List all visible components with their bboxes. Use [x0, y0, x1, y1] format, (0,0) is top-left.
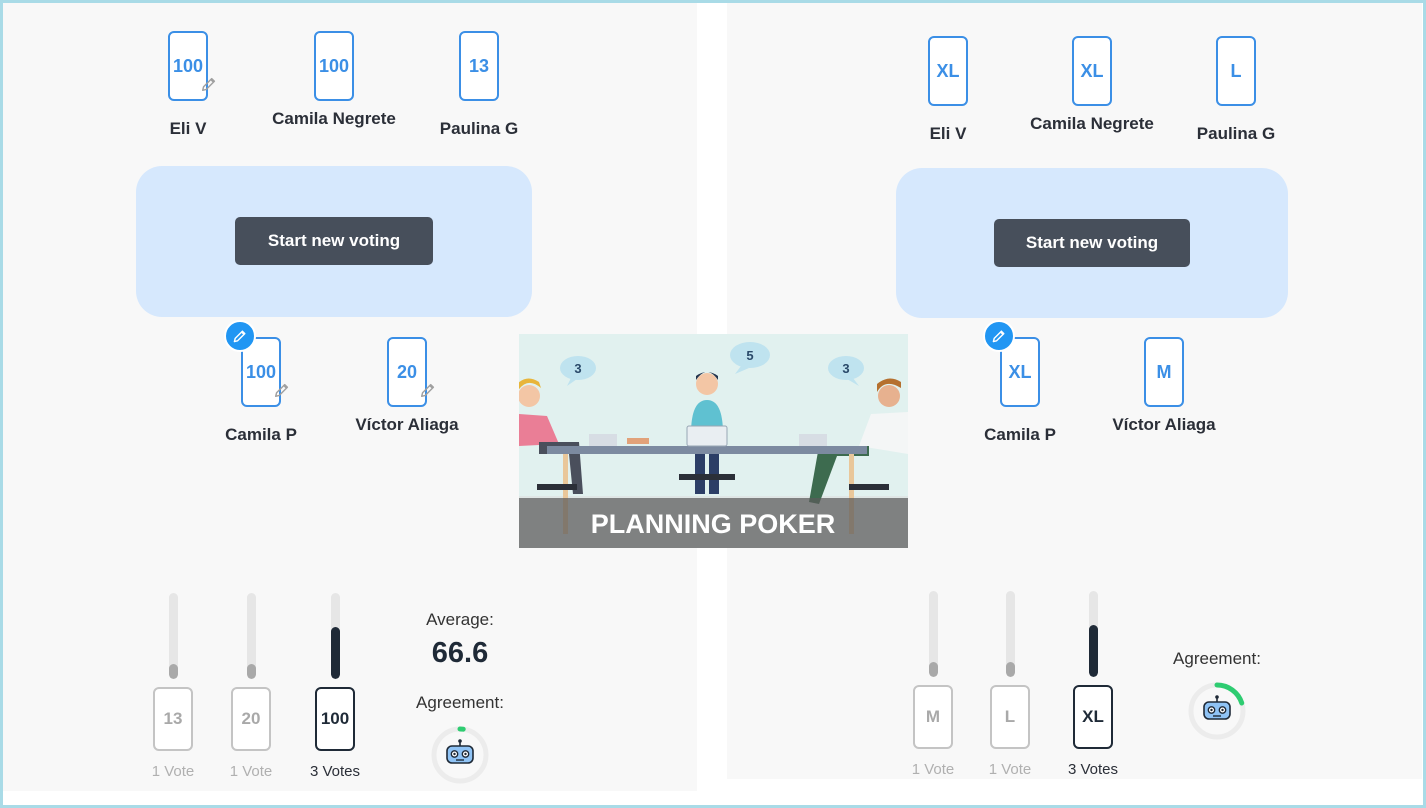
- vote-bar: [1005, 591, 1015, 677]
- start-new-voting-button[interactable]: Start new voting: [994, 219, 1190, 267]
- player-name: Paulina G: [1196, 124, 1276, 143]
- player-name: Víctor Aliaga: [1112, 415, 1216, 434]
- card-value: 13: [468, 55, 490, 76]
- result-card: M: [913, 685, 953, 749]
- player-eli-v: XL Eli V: [883, 36, 1013, 144]
- bubble-value: 3: [842, 361, 849, 376]
- agreement-gauge: [431, 726, 489, 784]
- card-value: 100: [318, 55, 350, 76]
- result-column: 20 1 Vote: [211, 593, 291, 780]
- player-paulina-g: L Paulina G: [1171, 36, 1301, 144]
- result-column: 13 1 Vote: [133, 593, 213, 780]
- card-value: XL: [1008, 361, 1032, 382]
- voting-table: Start new voting: [896, 168, 1288, 318]
- pencil-icon[interactable]: [419, 381, 437, 399]
- vote-bar-fill: [246, 664, 256, 679]
- pencil-icon[interactable]: [200, 75, 218, 93]
- player-camila-negrete: XL Camila Negrete: [1027, 36, 1157, 134]
- vote-bar-fill: [1005, 662, 1015, 677]
- player-eli-v: 100 Eli V: [123, 31, 253, 139]
- player-camila-negrete: 100 Camila Negrete: [269, 31, 399, 129]
- player-card: XL: [1072, 36, 1112, 106]
- vote-bar-fill: [330, 627, 340, 679]
- bubble-value: 3: [574, 361, 581, 376]
- pencil-icon: [233, 330, 246, 343]
- player-name: Eli V: [929, 124, 967, 143]
- vote-bar-fill: [168, 664, 178, 679]
- pencil-icon[interactable]: [273, 381, 291, 399]
- vote-bar: [928, 591, 938, 677]
- result-column: M 1 Vote: [893, 591, 973, 778]
- player-name: Camila Negrete: [272, 109, 396, 128]
- vote-count: 3 Votes: [1067, 761, 1119, 778]
- result-column: 100 3 Votes: [295, 593, 375, 780]
- player-card: 100: [168, 31, 216, 101]
- player-name: Camila P: [225, 425, 297, 444]
- vote-count: 1 Vote: [151, 763, 195, 780]
- player-card: 100: [314, 31, 354, 101]
- card-value: 100: [172, 55, 204, 76]
- result-card: 20: [231, 687, 271, 751]
- vote-bar-fill: [1088, 625, 1098, 677]
- result-card: XL: [1073, 685, 1113, 749]
- edit-name-button[interactable]: [983, 320, 1015, 352]
- agreement-label: Agreement:: [416, 693, 504, 712]
- vote-count: 1 Vote: [988, 761, 1032, 778]
- vote-bar-fill: [928, 662, 938, 677]
- vote-bar: [1088, 591, 1098, 677]
- vote-bar: [246, 593, 256, 679]
- robot-icon: [1203, 695, 1231, 720]
- planning-poker-illustration: 3 5 3 PLANNING POKER: [519, 334, 908, 548]
- player-card: 13: [459, 31, 499, 101]
- card-value: 20: [396, 361, 418, 382]
- result-column: XL 3 Votes: [1053, 591, 1133, 778]
- bubble-value: 5: [746, 348, 753, 363]
- vote-bar: [168, 593, 178, 679]
- meeting-illustration: 3 5 3 PLANNING POKER: [519, 334, 908, 548]
- player-name: Paulina G: [439, 119, 519, 138]
- vote-count: 1 Vote: [229, 763, 273, 780]
- player-paulina-g: 13 Paulina G: [414, 31, 544, 139]
- robot-icon: [446, 739, 474, 764]
- player-card: 20: [387, 337, 435, 407]
- result-card: 100: [315, 687, 355, 751]
- player-victor-aliaga: 20 Víctor Aliaga: [342, 337, 472, 435]
- vote-count: 1 Vote: [911, 761, 955, 778]
- card-value: XL: [936, 60, 960, 81]
- illustration-title: PLANNING POKER: [591, 509, 836, 539]
- player-victor-aliaga: M Víctor Aliaga: [1099, 337, 1229, 435]
- agreement-gauge: [1188, 682, 1246, 740]
- average-value: 66.6: [431, 637, 489, 669]
- card-value: L: [1230, 60, 1242, 81]
- player-camila-p: XL Camila P: [955, 337, 1085, 445]
- player-name: Camila P: [984, 425, 1056, 444]
- player-name: Víctor Aliaga: [355, 415, 459, 434]
- player-name: Eli V: [169, 119, 207, 138]
- average-label: Average:: [426, 610, 494, 629]
- start-new-voting-button[interactable]: Start new voting: [235, 217, 433, 265]
- vote-bar: [330, 593, 340, 679]
- player-camila-p: 100 Camila P: [196, 337, 326, 445]
- voting-table: Start new voting: [136, 166, 532, 317]
- pencil-icon: [992, 330, 1005, 343]
- result-card: 13: [153, 687, 193, 751]
- edit-name-button[interactable]: [224, 320, 256, 352]
- card-value: 100: [245, 361, 277, 382]
- result-card: L: [990, 685, 1030, 749]
- card-value: XL: [1080, 60, 1104, 81]
- player-card: M: [1144, 337, 1184, 407]
- player-card: L: [1216, 36, 1256, 106]
- result-column: L 1 Vote: [970, 591, 1050, 778]
- card-value: M: [1156, 361, 1172, 382]
- player-card: XL: [928, 36, 968, 106]
- vote-count: 3 Votes: [309, 763, 361, 780]
- player-name: Camila Negrete: [1030, 114, 1154, 133]
- agreement-label: Agreement:: [1173, 649, 1261, 668]
